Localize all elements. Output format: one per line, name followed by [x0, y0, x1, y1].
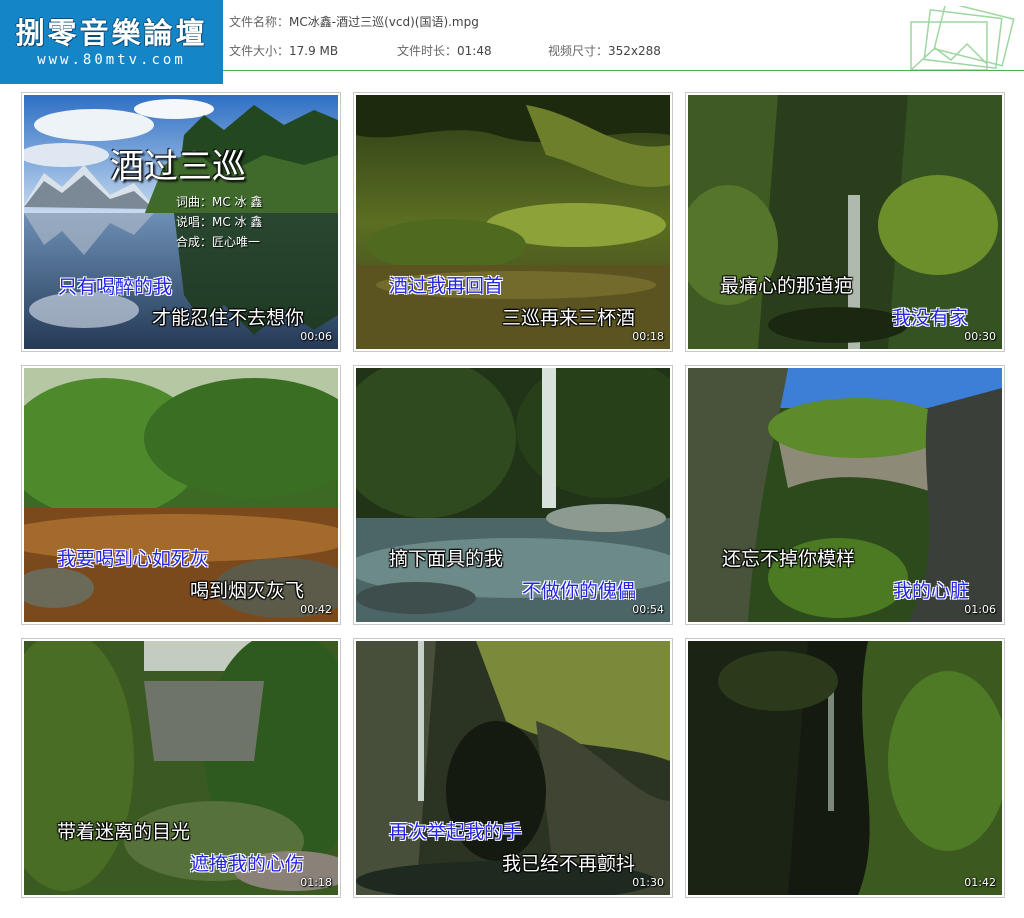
- timestamp: 00:54: [632, 603, 664, 616]
- file-name-label: 文件名称：: [229, 15, 290, 29]
- lyric-top: 我要喝到心如死灰: [57, 548, 210, 570]
- lyric-bottom: 三巡再来三杯酒: [502, 307, 636, 329]
- lyric-top: 酒过我再回首: [389, 275, 504, 297]
- file-duration-label: 文件时长：: [397, 44, 458, 58]
- lyric-top: 只有喝醉的我: [58, 276, 173, 298]
- timestamp: 00:06: [300, 330, 332, 343]
- site-logo: 捌零音樂論壇 www.80mtv.com: [0, 0, 223, 84]
- lyric-bottom: 我的心脏: [893, 580, 970, 602]
- thumbnail-2[interactable]: 酒过我再回首 三巡再来三杯酒 00:18: [353, 92, 673, 352]
- file-duration-value: 01:48: [457, 44, 492, 58]
- video-dimensions-row: 视频尺寸：352x288: [548, 42, 661, 59]
- lyric-bottom: 我没有家: [892, 307, 969, 329]
- video-dimensions-label: 视频尺寸：: [548, 44, 609, 58]
- thumbnail-4[interactable]: 我要喝到心如死灰 喝到烟灭灰飞 00:42: [21, 365, 341, 625]
- credit-line: 合成：匠心唯一: [176, 235, 261, 249]
- lyric-top: 最痛心的那道疤: [720, 275, 854, 297]
- header-divider: [223, 70, 1024, 71]
- lyric-bottom: 遮掩我的心伤: [190, 853, 305, 875]
- timestamp: 01:18: [300, 876, 332, 889]
- file-size-label: 文件大小：: [229, 44, 290, 58]
- thumbnail-9[interactable]: 01:42: [685, 638, 1005, 898]
- file-size-row: 文件大小：17.9 MB: [229, 42, 338, 59]
- lyric-top: 带着迷离的目光: [57, 821, 191, 843]
- thumbnail-5[interactable]: 摘下面具的我 不做你的傀儡 00:54: [353, 365, 673, 625]
- logo-title: 捌零音樂論壇: [15, 16, 208, 50]
- lyric-bottom: 才能忍住不去想你: [152, 307, 305, 329]
- timestamp: 01:42: [964, 876, 996, 889]
- credit-line: 说唱：MC 冰 鑫: [176, 215, 263, 229]
- timestamp: 01:06: [964, 603, 996, 616]
- timestamp: 00:30: [964, 330, 996, 343]
- thumbnail-1[interactable]: 酒过三巡 词曲：MC 冰 鑫 说唱：MC 冰 鑫 合成：匠心唯一 只有喝醉的我 …: [21, 92, 341, 352]
- picture-frames-icon: [910, 6, 1015, 71]
- lyric-bottom: 我已经不再颤抖: [502, 853, 636, 875]
- thumbnail-7[interactable]: 带着迷离的目光 遮掩我的心伤 01:18: [21, 638, 341, 898]
- thumbnail-8[interactable]: 再次举起我的手 我已经不再颤抖 01:30: [353, 638, 673, 898]
- dark-gorge-scene: [688, 641, 1002, 895]
- thumbnail-3[interactable]: 最痛心的那道疤 我没有家 00:30: [685, 92, 1005, 352]
- file-size-value: 17.9 MB: [289, 44, 339, 58]
- video-title-overlay: 酒过三巡: [110, 147, 246, 187]
- lyric-top: 摘下面具的我: [389, 548, 504, 570]
- lyric-top: 还忘不掉你模样: [722, 548, 856, 570]
- file-info-header: 捌零音樂論壇 www.80mtv.com 文件名称：MC冰鑫-酒过三巡(vcd)…: [0, 0, 1024, 84]
- lyric-top: 再次举起我的手: [389, 821, 523, 843]
- file-duration-row: 文件时长：01:48: [397, 42, 492, 59]
- lyric-bottom: 不做你的傀儡: [522, 580, 637, 602]
- credit-line: 词曲：MC 冰 鑫: [176, 195, 263, 209]
- timestamp: 00:18: [632, 330, 664, 343]
- timestamp: 01:30: [632, 876, 664, 889]
- video-dimensions-value: 352x288: [608, 44, 661, 58]
- logo-url: www.80mtv.com: [37, 52, 186, 68]
- lyric-bottom: 喝到烟灭灰飞: [190, 580, 305, 602]
- file-name-value: MC冰鑫-酒过三巡(vcd)(国语).mpg: [289, 15, 479, 29]
- timestamp: 00:42: [300, 603, 332, 616]
- file-name-row: 文件名称：MC冰鑫-酒过三巡(vcd)(国语).mpg: [229, 13, 479, 30]
- thumbnail-6[interactable]: 还忘不掉你模样 我的心脏 01:06: [685, 365, 1005, 625]
